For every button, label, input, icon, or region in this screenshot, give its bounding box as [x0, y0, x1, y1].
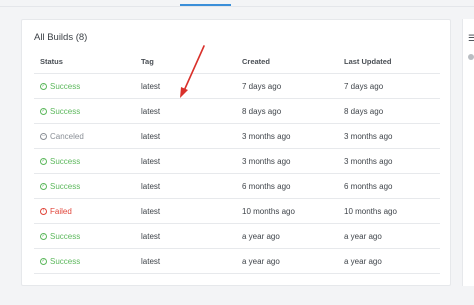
table-row[interactable]: ✓ Success latest 8 days ago 8 days ago: [34, 99, 440, 124]
tag-cell: latest: [141, 206, 161, 216]
column-header-last-updated[interactable]: Last Updated: [338, 57, 440, 66]
tag-cell: latest: [141, 106, 161, 116]
panel-menu-icon[interactable]: ☰: [468, 34, 474, 43]
last-updated-cell: 8 days ago: [344, 106, 384, 116]
table-row[interactable]: ✓ Success latest 6 months ago 6 months ago: [34, 174, 440, 199]
tag-cell: latest: [141, 131, 161, 141]
status-cell[interactable]: ✓ Success: [34, 232, 135, 241]
last-updated-cell: a year ago: [344, 231, 382, 241]
created-cell: 6 months ago: [242, 181, 291, 191]
check-circle-icon: ✓: [40, 107, 47, 115]
created-cell: 10 months ago: [242, 206, 295, 216]
table-row[interactable]: ✓ Success latest 7 days ago 7 days ago: [34, 74, 440, 99]
created-cell: a year ago: [242, 231, 280, 241]
active-tab-indicator: [180, 4, 231, 6]
status-cell[interactable]: ! Failed: [34, 207, 135, 216]
status-label: Failed: [50, 206, 72, 216]
card-title: All Builds (8): [34, 32, 88, 43]
check-circle-icon: ✓: [40, 157, 47, 165]
status-label: Success: [50, 156, 81, 166]
column-header-status[interactable]: Status: [34, 57, 135, 66]
check-circle-icon: ✓: [40, 232, 47, 240]
last-updated-cell: 7 days ago: [344, 81, 384, 91]
table-row[interactable]: – Canceled latest 3 months ago 3 months ago: [34, 124, 440, 149]
panel-dot-icon[interactable]: [468, 54, 474, 60]
minus-circle-icon: –: [40, 132, 47, 140]
status-label: Success: [50, 231, 81, 241]
status-label: Success: [50, 106, 81, 116]
created-cell: 8 days ago: [242, 106, 282, 116]
status-label: Success: [50, 256, 81, 266]
tag-cell: latest: [141, 231, 161, 241]
status-cell[interactable]: ✓ Success: [34, 257, 135, 266]
status-label: Success: [50, 81, 81, 91]
table-row[interactable]: ✓ Success latest 3 months ago 3 months ago: [34, 149, 440, 174]
table-body: ✓ Success latest 7 days ago 7 days ago ✓ Succe…: [34, 74, 440, 274]
last-updated-cell: 10 months ago: [344, 206, 397, 216]
column-header-tag[interactable]: Tag: [135, 57, 236, 66]
status-cell[interactable]: ✓ Success: [34, 82, 135, 91]
created-cell: 3 months ago: [242, 156, 291, 166]
tag-cell: latest: [141, 256, 161, 266]
top-divider: [0, 6, 474, 7]
tag-cell: latest: [141, 81, 161, 91]
table-header: Status Tag Created Last Updated: [34, 49, 440, 74]
tag-cell: latest: [141, 156, 161, 166]
last-updated-cell: 6 months ago: [344, 181, 393, 191]
created-cell: a year ago: [242, 256, 280, 266]
status-label: Success: [50, 181, 81, 191]
status-cell[interactable]: ✓ Success: [34, 182, 135, 191]
status-cell[interactable]: ✓ Success: [34, 107, 135, 116]
created-cell: 3 months ago: [242, 131, 291, 141]
last-updated-cell: a year ago: [344, 256, 382, 266]
tag-cell: latest: [141, 181, 161, 191]
check-circle-icon: ✓: [40, 82, 47, 90]
status-label: Canceled: [50, 131, 84, 141]
table-row[interactable]: ✓ Success latest a year ago a year ago: [34, 249, 440, 274]
table-row[interactable]: ✓ Success latest a year ago a year ago: [34, 224, 440, 249]
last-updated-cell: 3 months ago: [344, 131, 393, 141]
last-updated-cell: 3 months ago: [344, 156, 393, 166]
created-cell: 7 days ago: [242, 81, 282, 91]
check-circle-icon: ✓: [40, 182, 47, 190]
check-circle-icon: ✓: [40, 257, 47, 265]
status-cell[interactable]: ✓ Success: [34, 157, 135, 166]
builds-table: Status Tag Created Last Updated ✓ Success…: [34, 49, 440, 274]
status-cell[interactable]: – Canceled: [34, 132, 135, 141]
builds-card: All Builds (8) Status Tag Created Last U…: [21, 19, 451, 286]
table-row[interactable]: ! Failed latest 10 months ago 10 months ago: [34, 199, 440, 224]
column-header-created[interactable]: Created: [236, 57, 338, 66]
exclamation-circle-icon: !: [40, 207, 47, 215]
